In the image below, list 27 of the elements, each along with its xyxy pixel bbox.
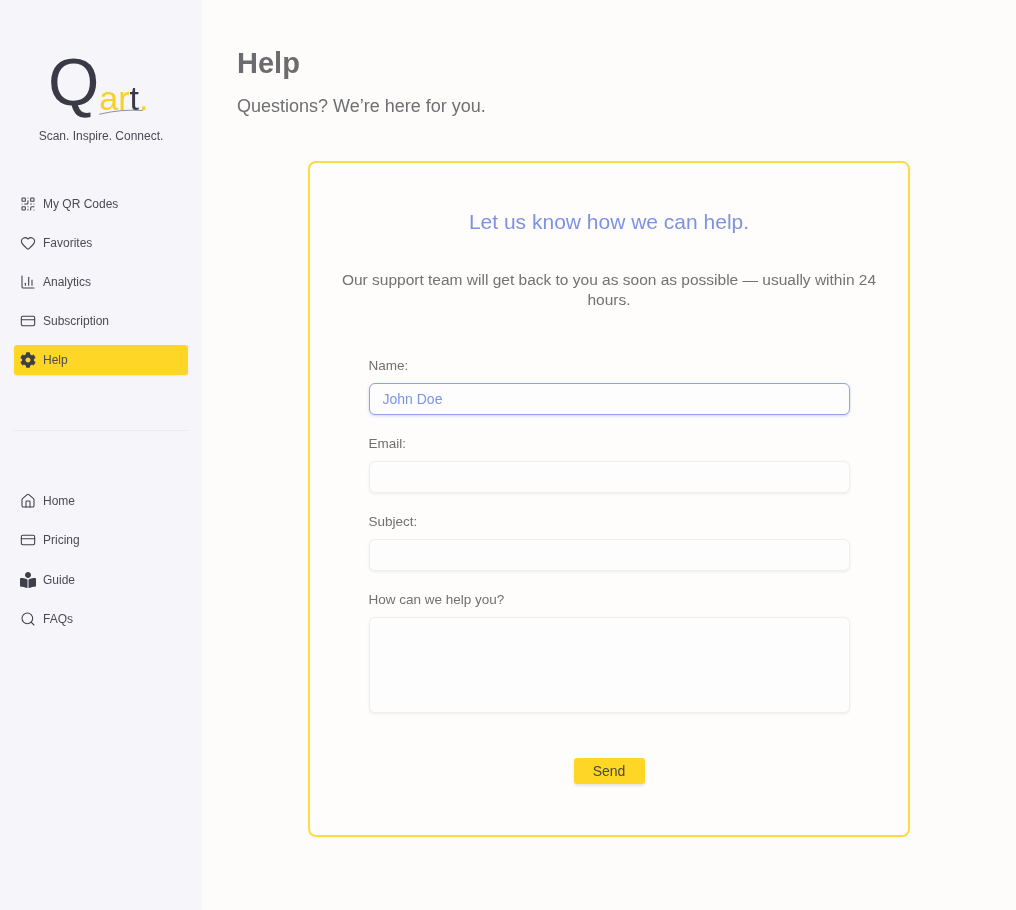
search-icon [20, 610, 36, 627]
page-title: Help [237, 46, 300, 80]
field-label: How can we help you? [368, 591, 505, 609]
sidebar-item[interactable]: My QR Codes [14, 189, 188, 219]
tagline: Scan. Inspire. Connect. [38, 128, 164, 145]
sidebar-item[interactable]: Guide [14, 564, 188, 595]
bar-chart-icon [20, 274, 36, 290]
sidebar-item[interactable]: Home [14, 486, 188, 516]
heart-icon [20, 235, 36, 251]
sidebar-item[interactable]: Favorites [14, 228, 188, 258]
reader-icon [20, 571, 36, 588]
field-label: Email: [368, 435, 406, 453]
sidebar-item[interactable]: Analytics [14, 267, 188, 297]
qr-code-icon [20, 196, 36, 212]
home-icon [20, 493, 36, 509]
card-icon [20, 313, 36, 329]
sidebar-item[interactable]: FAQs [14, 603, 188, 634]
sidebar-item[interactable]: Pricing [14, 525, 188, 556]
card-title: Let us know how we can help. [468, 209, 750, 235]
sidebar-item[interactable]: Help [14, 345, 188, 375]
card-description: Our support team will get back to you as soon as possible — usually within 24 hours. [340, 270, 878, 310]
field-label: Subject: [368, 513, 418, 531]
gear-icon [20, 352, 36, 368]
field-label: Name: [368, 357, 409, 375]
page-subtitle: Questions? We’re here for you. [237, 95, 486, 118]
sidebar-item[interactable]: Subscription [14, 306, 188, 336]
send-button[interactable]: Send [573, 758, 645, 784]
